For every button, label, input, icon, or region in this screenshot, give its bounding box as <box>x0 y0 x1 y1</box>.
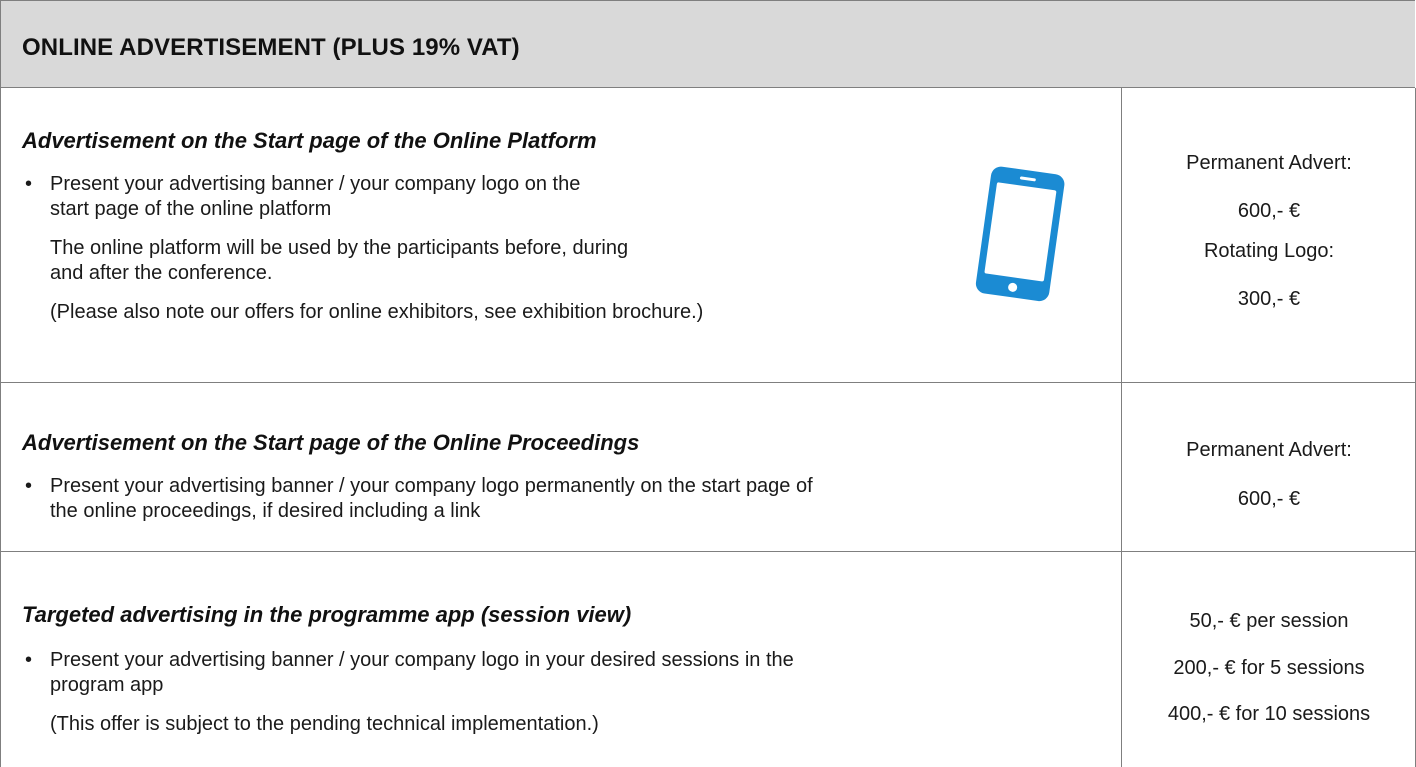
bullet-text-line: Present your advertising banner / your c… <box>50 649 794 671</box>
price-value: 600,- € <box>1237 200 1301 222</box>
bullet-text-line: Present your advertising banner / your c… <box>50 173 581 195</box>
bullet-icon: • <box>25 173 33 195</box>
bullet-text-line: Present your advertising banner / your c… <box>50 475 813 497</box>
bullet-icon: • <box>25 649 33 671</box>
offer-title: Advertisement on the Start page of the O… <box>22 430 640 455</box>
price-value: 50,- € per session <box>1189 610 1349 632</box>
bullet-icon: • <box>25 475 33 497</box>
bullet-text-line: start page of the online platform <box>50 198 332 220</box>
offer-title: Targeted advertising in the programme ap… <box>22 602 632 627</box>
offer-title: Advertisement on the Start page of the O… <box>22 128 597 153</box>
price-value: 200,- € for 5 sessions <box>1173 657 1365 679</box>
bullet-text-line: the online proceedings, if desired inclu… <box>50 500 481 522</box>
bullet-text-line: program app <box>50 674 164 696</box>
offer-note: (This offer is subject to the pending te… <box>50 713 599 735</box>
offer-note: (Please also note our offers for online … <box>50 301 704 323</box>
offer-row-online-platform: Advertisement on the Start page of the O… <box>0 88 1416 383</box>
price-label: Permanent Advert: <box>1186 152 1352 174</box>
price-column: Permanent Advert: 600,- € Rotating Logo:… <box>1122 88 1416 383</box>
offer-description-line: and after the conference. <box>50 262 273 284</box>
smartphone-icon <box>975 166 1065 302</box>
offer-row-online-proceedings: Advertisement on the Start page of the O… <box>0 383 1416 552</box>
price-value: 400,- € for 10 sessions <box>1167 703 1371 725</box>
price-column: 50,- € per session 200,- € for 5 session… <box>1122 552 1416 767</box>
price-value: 300,- € <box>1237 288 1301 310</box>
price-column: Permanent Advert: 600,- € <box>1122 383 1416 552</box>
table-header: ONLINE ADVERTISEMENT (PLUS 19% VAT) <box>0 0 1415 88</box>
offer-row-programme-app: Targeted advertising in the programme ap… <box>0 552 1416 767</box>
offer-description-line: The online platform will be used by the … <box>50 237 629 259</box>
advertisement-price-table: ONLINE ADVERTISEMENT (PLUS 19% VAT) Adve… <box>0 0 1416 767</box>
price-label: Rotating Logo: <box>1203 240 1335 262</box>
price-label: Permanent Advert: <box>1186 439 1352 461</box>
table-title: ONLINE ADVERTISEMENT (PLUS 19% VAT) <box>22 34 520 61</box>
price-value: 600,- € <box>1237 488 1301 510</box>
